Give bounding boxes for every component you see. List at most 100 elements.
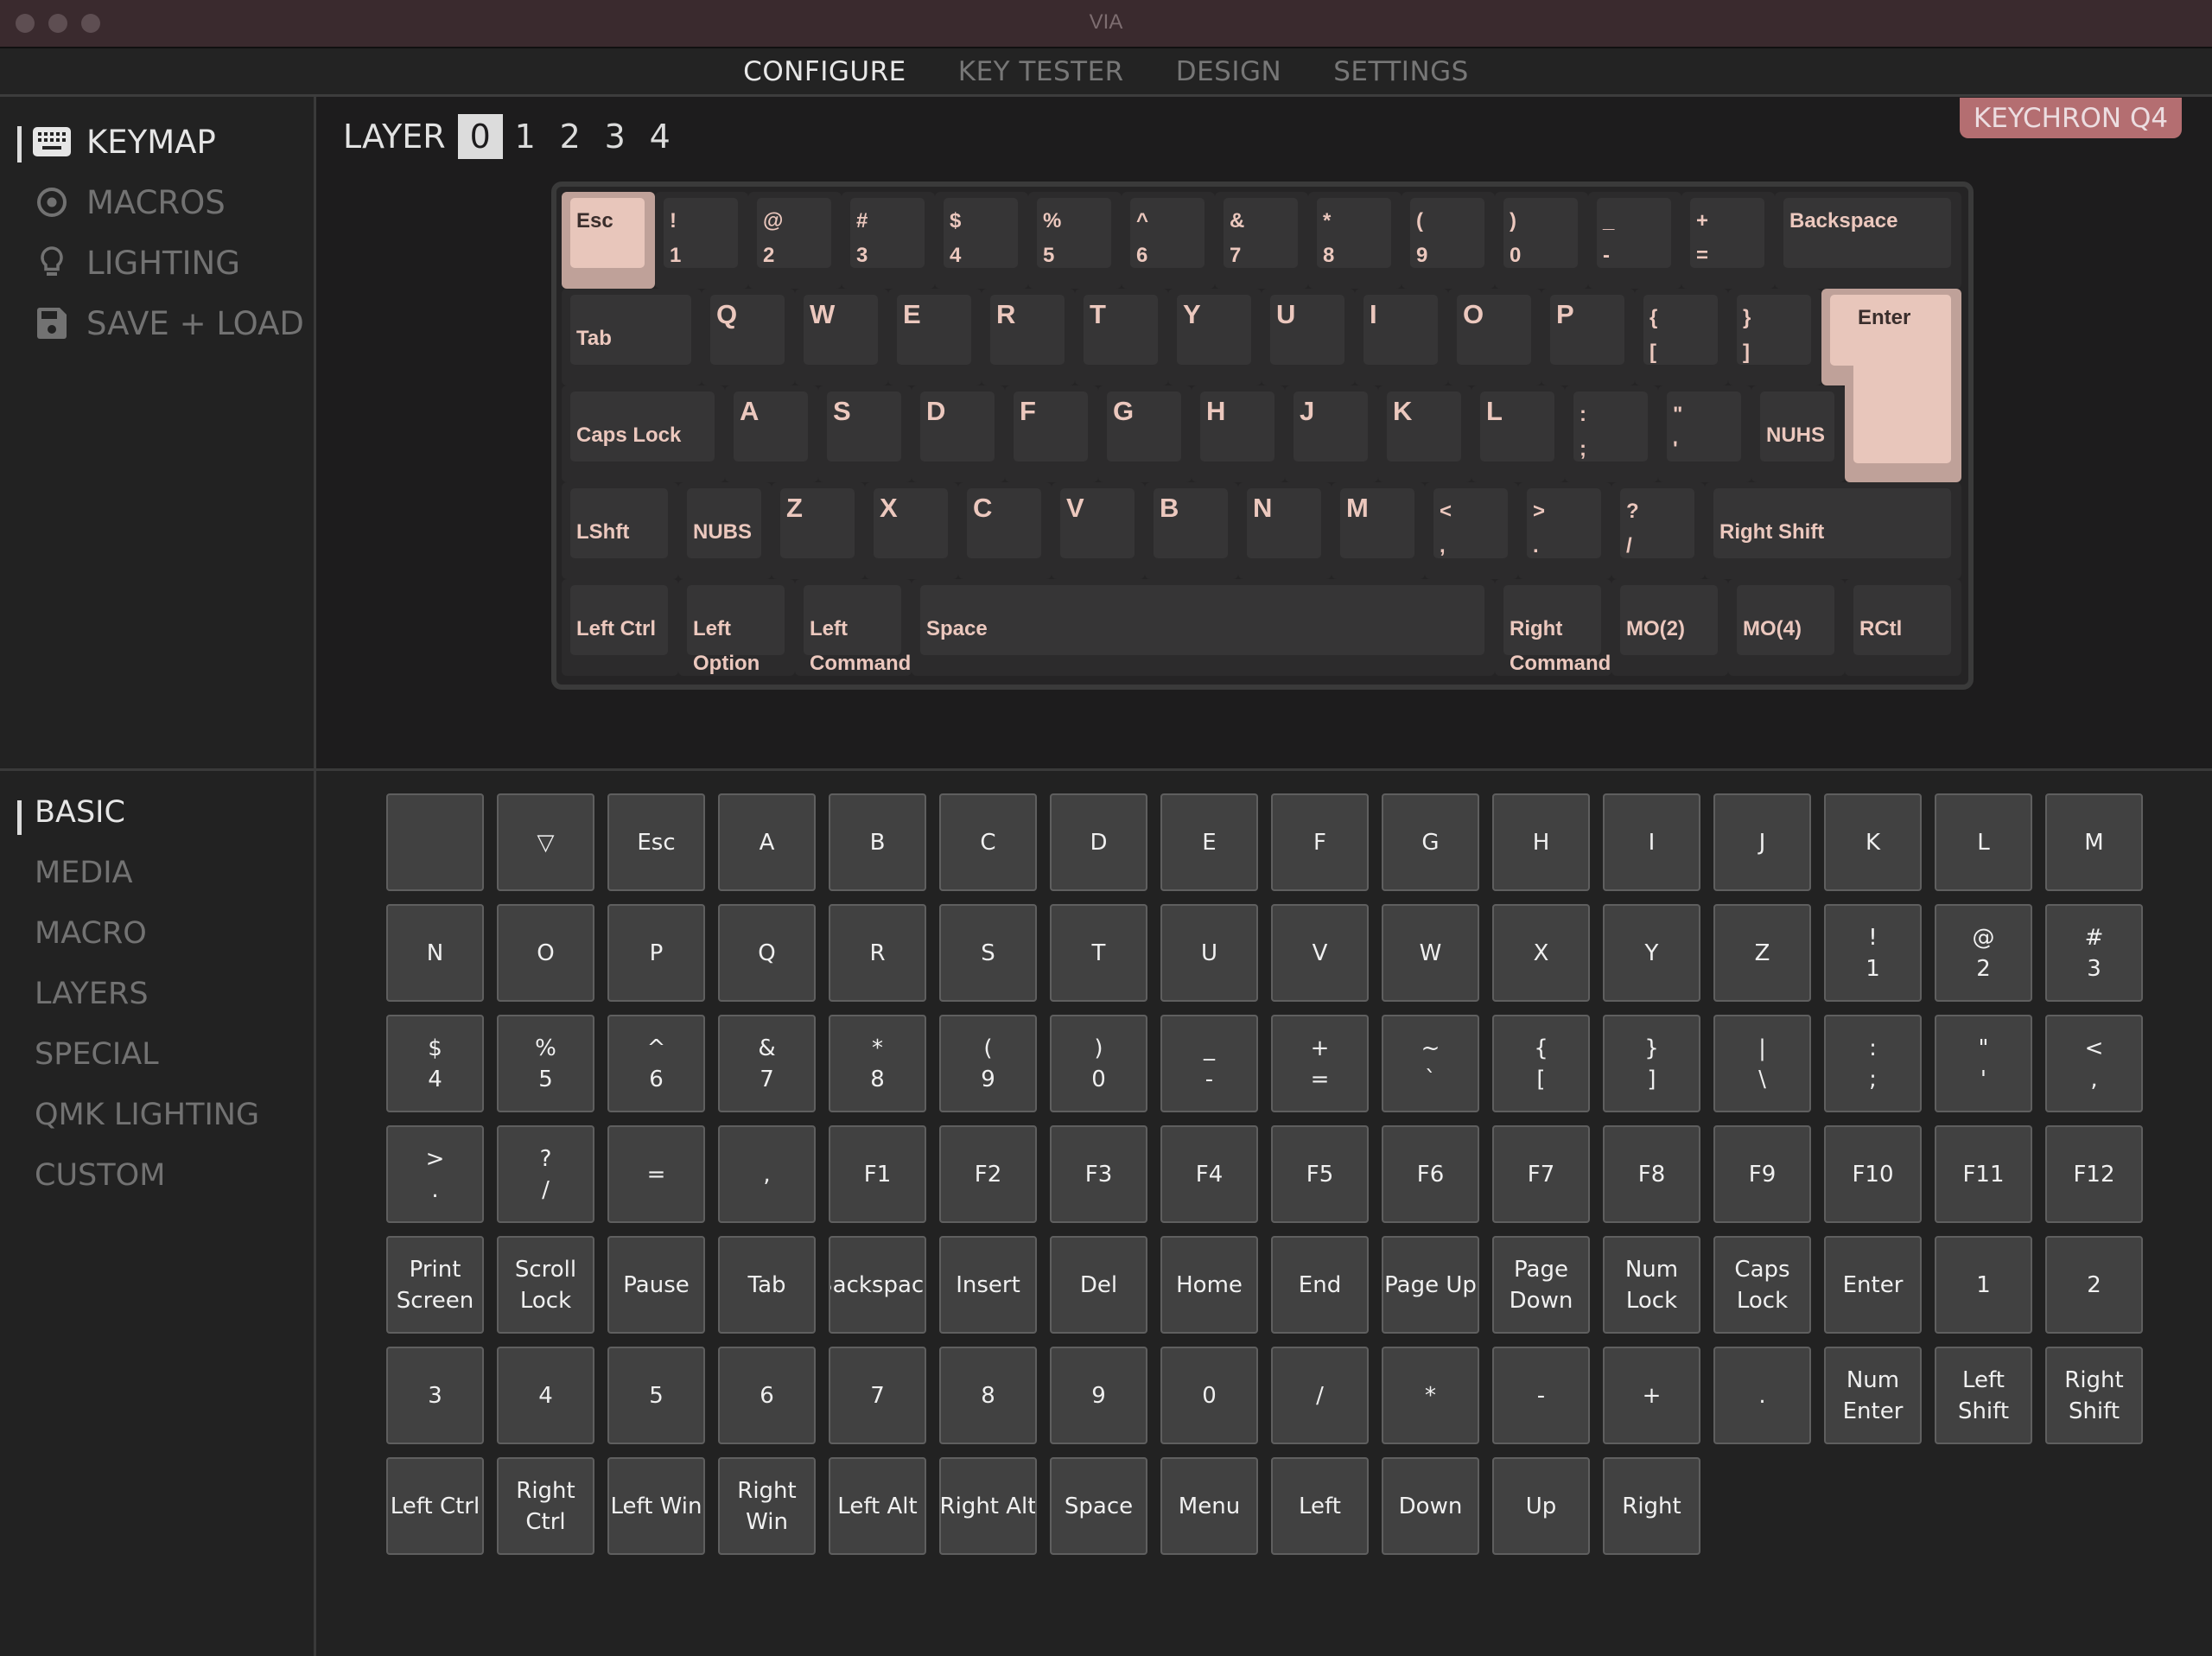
keycode-button[interactable]: F7	[1492, 1125, 1590, 1223]
layer-button-0[interactable]: 0	[457, 114, 503, 159]
keycode-button[interactable]: Insert	[939, 1236, 1037, 1334]
keycode-button[interactable]: ,	[718, 1125, 816, 1223]
keycode-button[interactable]: Del	[1050, 1236, 1147, 1334]
keycap[interactable]: <,	[1425, 482, 1518, 579]
keycode-button[interactable]: F5	[1271, 1125, 1369, 1223]
keycode-button[interactable]: 9	[1050, 1347, 1147, 1444]
keycap[interactable]: @2	[748, 192, 842, 289]
keycap[interactable]: Z	[772, 482, 865, 579]
keycode-button[interactable]: :;	[1824, 1015, 1922, 1112]
keycap[interactable]: LShft	[562, 482, 678, 579]
keycap[interactable]: A	[725, 385, 818, 482]
keycode-button[interactable]: =	[607, 1125, 705, 1223]
keycode-button[interactable]: ? /	[497, 1125, 594, 1223]
keycap[interactable]: }]	[1728, 289, 1821, 385]
keycap[interactable]: T	[1075, 289, 1168, 385]
keycap[interactable]: :;	[1565, 385, 1658, 482]
keycode-button[interactable]: Esc	[607, 793, 705, 891]
keycap[interactable]: #3	[842, 192, 935, 289]
keycap[interactable]: MO(4)	[1728, 579, 1845, 676]
keycap[interactable]: D	[912, 385, 1005, 482]
keycode-button[interactable]: ▽	[497, 793, 594, 891]
keycode-button[interactable]: -	[1492, 1347, 1590, 1444]
keycap[interactable]: ) 0	[1495, 192, 1588, 289]
keycode-button[interactable]: Pause	[607, 1236, 705, 1334]
keycode-button[interactable]: W	[1382, 904, 1479, 1002]
keycap[interactable]: RCtl	[1845, 579, 1961, 676]
keycode-button[interactable]: S	[939, 904, 1037, 1002]
keycode-button[interactable]: Left	[1271, 1457, 1369, 1555]
tab-configure[interactable]: CONFIGURE	[743, 56, 906, 87]
keycode-button[interactable]: Backspace	[829, 1236, 926, 1334]
category-layers[interactable]: LAYERS	[35, 977, 149, 1011]
keycap[interactable]: Right Shift	[1705, 482, 1961, 579]
keycode-button[interactable]: F12	[2045, 1125, 2143, 1223]
keycap[interactable]: H	[1192, 385, 1285, 482]
keycode-button[interactable]: 6	[718, 1347, 816, 1444]
keycode-button[interactable]: Num Lock	[1603, 1236, 1700, 1334]
keycap[interactable]: Left Command	[795, 579, 912, 676]
keycode-button[interactable]: Right Win	[718, 1457, 816, 1555]
keycode-button[interactable]: F3	[1050, 1125, 1147, 1223]
keycode-button[interactable]: Page Down	[1492, 1236, 1590, 1334]
keycode-button[interactable]: F9	[1713, 1125, 1811, 1223]
keycap[interactable]: Esc	[562, 192, 655, 289]
keycode-button[interactable]: Left Alt	[829, 1457, 926, 1555]
layer-button-3[interactable]: 3	[593, 114, 638, 159]
layer-button-2[interactable]: 2	[548, 114, 593, 159]
keycode-button[interactable]: L	[1935, 793, 2032, 891]
keycode-button[interactable]: Right Shift	[2045, 1347, 2143, 1444]
keycode-button[interactable]: ^ 6	[607, 1015, 705, 1112]
keycode-button[interactable]: | \	[1713, 1015, 1811, 1112]
category-basic[interactable]: BASIC	[35, 795, 125, 830]
keycode-button[interactable]: X	[1492, 904, 1590, 1002]
keycode-button[interactable]: Down	[1382, 1457, 1479, 1555]
keycap[interactable]: * 8	[1308, 192, 1402, 289]
keycap[interactable]: " '	[1658, 385, 1751, 482]
keycode-button[interactable]: Right Alt	[939, 1457, 1037, 1555]
keycap[interactable]: G	[1098, 385, 1192, 482]
keycode-button[interactable]: ! 1	[1824, 904, 1922, 1002]
keycode-button[interactable]: 2	[2045, 1236, 2143, 1334]
keycap[interactable]: J	[1285, 385, 1378, 482]
keycode-button[interactable]: }]	[1603, 1015, 1700, 1112]
keycode-button[interactable]: End	[1271, 1236, 1369, 1334]
keycap[interactable]: M	[1332, 482, 1425, 579]
keycap[interactable]: (9	[1402, 192, 1495, 289]
keycode-button[interactable]: D	[1050, 793, 1147, 891]
keycode-button[interactable]: <,	[2045, 1015, 2143, 1112]
keycode-button[interactable]: Enter	[1824, 1236, 1922, 1334]
keycode-button[interactable]: 4	[497, 1347, 594, 1444]
sidebar-item-keymap[interactable]: KEYMAP	[33, 123, 216, 161]
keycode-button[interactable]: .	[1713, 1347, 1811, 1444]
keycap[interactable]: L	[1471, 385, 1565, 482]
keycode-button[interactable]: 8	[939, 1347, 1037, 1444]
category-custom[interactable]: CUSTOM	[35, 1158, 165, 1193]
keycode-button[interactable]: (9	[939, 1015, 1037, 1112]
keycap[interactable]: U	[1262, 289, 1355, 385]
keycap[interactable]: ! 1	[655, 192, 748, 289]
keycode-button[interactable]: I	[1603, 793, 1700, 891]
keycap[interactable]: K	[1378, 385, 1471, 482]
keycap[interactable]: {[	[1635, 289, 1728, 385]
keycode-button[interactable]: *	[1382, 1347, 1479, 1444]
keycode-button[interactable]: F4	[1160, 1125, 1258, 1223]
keycode-button[interactable]: @2	[1935, 904, 2032, 1002]
keycap[interactable]: ^ 6	[1122, 192, 1215, 289]
category-qmk-lighting[interactable]: QMK LIGHTING	[35, 1098, 259, 1132]
keycap[interactable]: O	[1448, 289, 1541, 385]
keycap-enter[interactable]: Enter	[1821, 289, 1961, 482]
keycode-button[interactable]: F	[1271, 793, 1369, 891]
keycap[interactable]: MO(2)	[1611, 579, 1728, 676]
keycap[interactable]: B	[1145, 482, 1238, 579]
keycode-button[interactable]: T	[1050, 904, 1147, 1002]
tab-settings[interactable]: SETTINGS	[1333, 56, 1469, 87]
keycode-button[interactable]: Left Win	[607, 1457, 705, 1555]
keycode-button[interactable]	[386, 793, 484, 891]
keycap[interactable]: X	[865, 482, 958, 579]
keycode-button[interactable]: 1	[1935, 1236, 2032, 1334]
keycode-button[interactable]: Right Ctrl	[497, 1457, 594, 1555]
layer-button-4[interactable]: 4	[638, 114, 683, 159]
keycap[interactable]: N	[1238, 482, 1332, 579]
keycode-button[interactable]: F1	[829, 1125, 926, 1223]
